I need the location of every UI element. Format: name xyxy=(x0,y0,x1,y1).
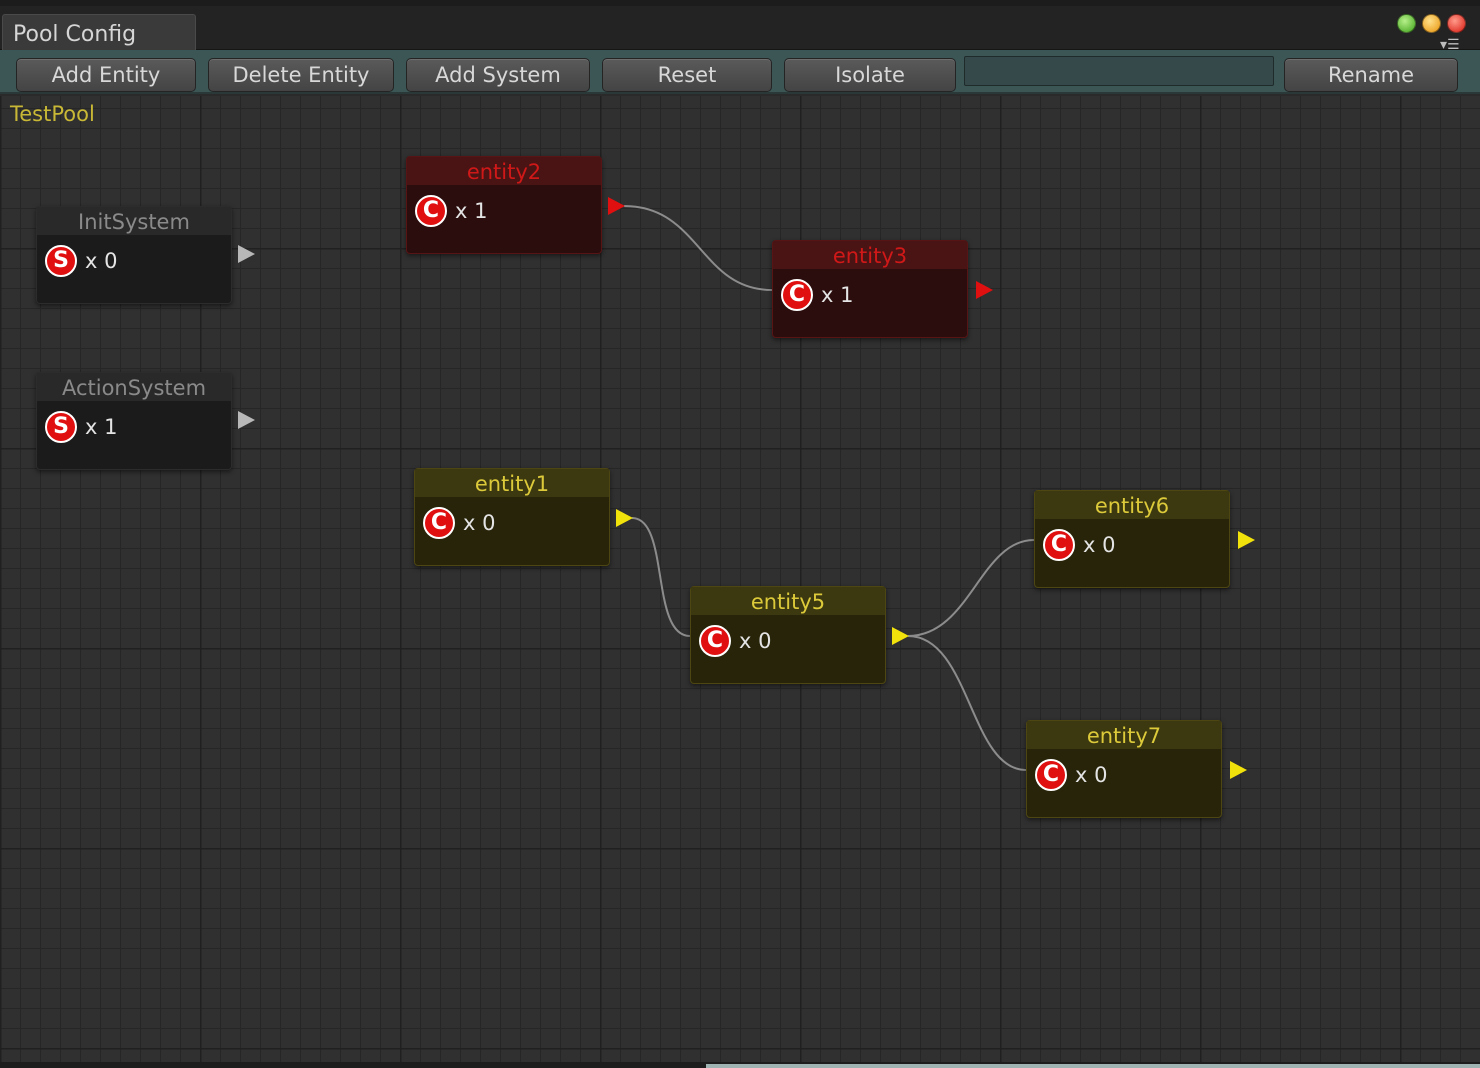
node-title: ActionSystem xyxy=(37,373,231,401)
rename-input[interactable] xyxy=(964,56,1274,86)
window-controls xyxy=(1397,14,1466,33)
output-port-icon[interactable] xyxy=(1230,761,1247,779)
close-button[interactable] xyxy=(1447,14,1466,33)
node-count: x 0 xyxy=(463,511,496,535)
output-port-icon[interactable] xyxy=(616,509,633,527)
system-icon: S xyxy=(45,245,77,277)
node-title: entity7 xyxy=(1027,721,1221,749)
node-count: x 1 xyxy=(821,283,854,307)
node-entity1[interactable]: entity1 C x 0 xyxy=(414,468,610,566)
add-system-button[interactable]: Add System xyxy=(406,58,590,92)
node-count: x 1 xyxy=(85,415,118,439)
node-count: x 0 xyxy=(85,249,118,273)
node-entity3[interactable]: entity3 C x 1 xyxy=(772,240,968,338)
node-action-system[interactable]: ActionSystem S x 1 xyxy=(36,372,232,470)
component-icon: C xyxy=(415,195,447,227)
output-port-icon[interactable] xyxy=(976,281,993,299)
bottom-status-bar xyxy=(0,1062,1480,1068)
reset-button[interactable]: Reset xyxy=(602,58,772,92)
component-icon: C xyxy=(1035,759,1067,791)
node-count: x 1 xyxy=(455,199,488,223)
output-port-icon[interactable] xyxy=(238,245,255,263)
node-entity7[interactable]: entity7 C x 0 xyxy=(1026,720,1222,818)
node-title: entity6 xyxy=(1035,491,1229,519)
delete-entity-button[interactable]: Delete Entity xyxy=(208,58,394,92)
add-entity-button[interactable]: Add Entity xyxy=(16,58,196,92)
node-count: x 0 xyxy=(1075,763,1108,787)
pool-name-label: TestPool xyxy=(10,102,95,126)
toolbar: Add Entity Delete Entity Add System Rese… xyxy=(0,50,1480,94)
node-init-system[interactable]: InitSystem S x 0 xyxy=(36,206,232,304)
output-port-icon[interactable] xyxy=(238,411,255,429)
progress-bar xyxy=(706,1064,1480,1068)
output-port-icon[interactable] xyxy=(1238,531,1255,549)
node-count: x 0 xyxy=(739,629,772,653)
node-entity5[interactable]: entity5 C x 0 xyxy=(690,586,886,684)
rename-button[interactable]: Rename xyxy=(1284,58,1458,92)
node-title: entity3 xyxy=(773,241,967,269)
system-icon: S xyxy=(45,411,77,443)
minimize-button[interactable] xyxy=(1422,14,1441,33)
node-title: InitSystem xyxy=(37,207,231,235)
component-icon: C xyxy=(699,625,731,657)
isolate-button[interactable]: Isolate xyxy=(784,58,956,92)
window-titlebar: Pool Config ▾☰ xyxy=(0,6,1480,54)
component-icon: C xyxy=(423,507,455,539)
node-title: entity1 xyxy=(415,469,609,497)
tab-pool-config[interactable]: Pool Config xyxy=(2,14,196,54)
node-count: x 0 xyxy=(1083,533,1116,557)
maximize-button[interactable] xyxy=(1397,14,1416,33)
node-entity6[interactable]: entity6 C x 0 xyxy=(1034,490,1230,588)
node-title: entity5 xyxy=(691,587,885,615)
component-icon: C xyxy=(1043,529,1075,561)
node-title: entity2 xyxy=(407,157,601,185)
component-icon: C xyxy=(781,279,813,311)
output-port-icon[interactable] xyxy=(892,627,909,645)
output-port-icon[interactable] xyxy=(608,197,625,215)
node-entity2[interactable]: entity2 C x 1 xyxy=(406,156,602,254)
